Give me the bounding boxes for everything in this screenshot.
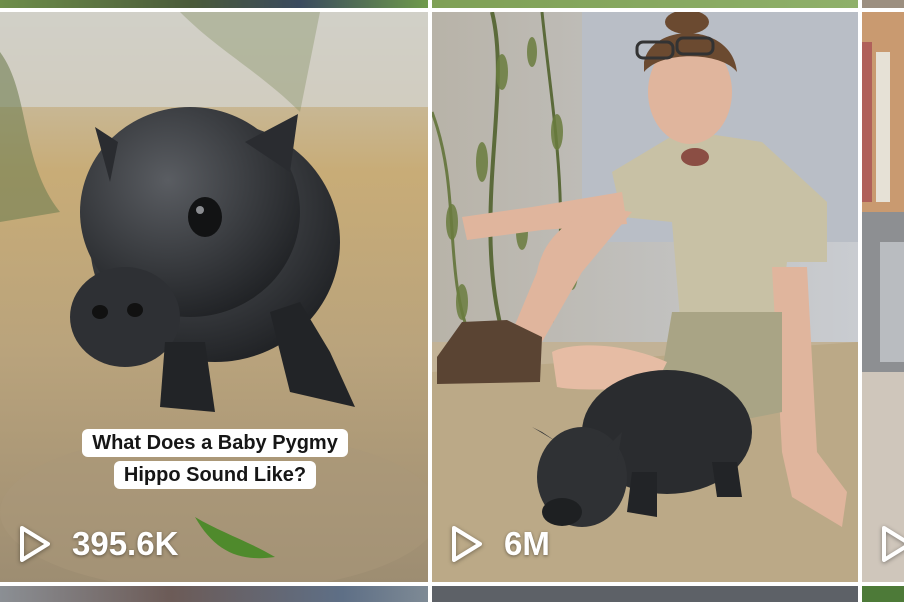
- video-tile-bottom-left[interactable]: [0, 586, 428, 602]
- video-caption: What Does a Baby Pygmy Hippo Sound Like?: [68, 427, 362, 491]
- video-tile-bottom-right[interactable]: [862, 586, 904, 602]
- caption-line-1: What Does a Baby Pygmy: [82, 429, 348, 457]
- play-icon: [20, 526, 50, 562]
- video-tile-baby-hippo[interactable]: What Does a Baby Pygmy Hippo Sound Like?…: [0, 12, 428, 582]
- view-count: [880, 524, 904, 564]
- view-count-label: 395.6K: [72, 525, 179, 562]
- video-tile-bottom-middle[interactable]: [432, 586, 858, 602]
- video-tile-keeper-hippo[interactable]: 6M: [432, 12, 858, 582]
- caption-line-2: Hippo Sound Like?: [113, 461, 317, 489]
- video-thumbnail: [432, 12, 858, 582]
- video-tile-top-middle[interactable]: [432, 0, 858, 8]
- play-icon: [452, 526, 482, 562]
- view-count-label: 6M: [504, 525, 550, 562]
- video-thumbnail: [0, 12, 428, 582]
- video-thumbnail: [862, 12, 904, 582]
- video-tile-partial-right[interactable]: [862, 12, 904, 582]
- video-tile-top-right[interactable]: [862, 0, 904, 8]
- video-tile-top-left[interactable]: [0, 0, 428, 8]
- play-icon: [882, 526, 904, 562]
- view-count: 6M: [450, 524, 550, 564]
- view-count: 395.6K: [18, 524, 178, 564]
